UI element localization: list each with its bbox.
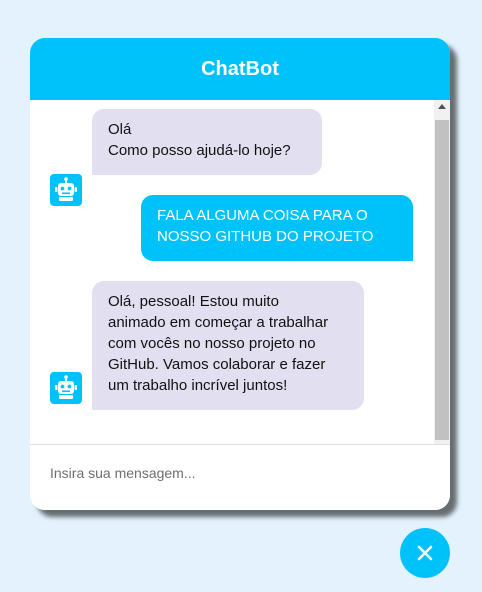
scroll-up-arrow-icon[interactable] bbox=[438, 104, 446, 109]
chatbot-close-button[interactable] bbox=[400, 528, 450, 578]
close-icon bbox=[417, 545, 433, 561]
message-bubble: Olá Como posso ajudá-lo hoje? bbox=[92, 109, 322, 175]
chatbot-window: ChatBot Olá Como posso ajudá-lo hoje? FA… bbox=[30, 38, 450, 510]
chat-input-area bbox=[30, 444, 450, 510]
chatbot-title: ChatBot bbox=[201, 57, 279, 80]
chat-scrollbar[interactable] bbox=[434, 100, 450, 444]
robot-icon bbox=[50, 372, 82, 404]
chat-messages[interactable]: Olá Como posso ajudá-lo hoje? FALA ALGUM… bbox=[30, 100, 450, 444]
chatbot-header: ChatBot bbox=[30, 38, 450, 100]
scrollbar-thumb[interactable] bbox=[435, 120, 449, 440]
message-bubble: Olá, pessoal! Estou muito animado em com… bbox=[92, 281, 364, 410]
message-input[interactable] bbox=[50, 465, 410, 491]
robot-icon bbox=[50, 174, 82, 206]
message-bubble: FALA ALGUMA COISA PARA O NOSSO GITHUB DO… bbox=[141, 195, 413, 261]
